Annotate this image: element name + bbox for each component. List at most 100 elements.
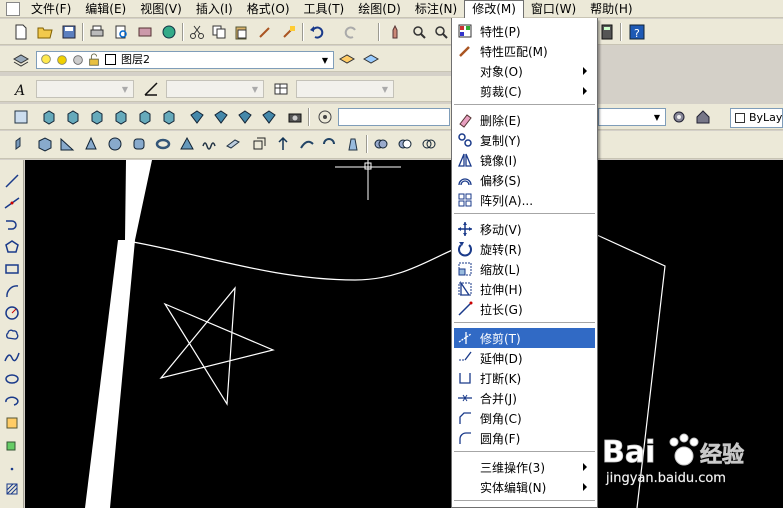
- menu-tools[interactable]: 工具(T): [297, 0, 352, 18]
- make-block-icon[interactable]: [3, 436, 21, 454]
- undo-icon[interactable]: [308, 23, 326, 41]
- view-right-icon[interactable]: [112, 108, 130, 126]
- pan-icon[interactable]: [386, 23, 404, 41]
- menu-extend[interactable]: 延伸(D): [454, 348, 595, 368]
- block-editor-icon[interactable]: [280, 23, 298, 41]
- sphere-icon[interactable]: [106, 135, 124, 153]
- menu-modify[interactable]: 修改(M): [464, 0, 524, 18]
- spline-icon[interactable]: [3, 348, 21, 366]
- linetype-bylayer-combo[interactable]: ByLay: [730, 108, 783, 128]
- presspull-icon[interactable]: [274, 135, 292, 153]
- loft-icon[interactable]: [344, 135, 362, 153]
- visual-style-combo[interactable]: ▼: [598, 108, 666, 126]
- menu-edit[interactable]: 编辑(E): [78, 0, 133, 18]
- menu-chamfer[interactable]: 倒角(C): [454, 408, 595, 428]
- zoom-window-icon[interactable]: [432, 23, 450, 41]
- star-shape[interactable]: [159, 286, 275, 406]
- menu-trim[interactable]: 修剪(T): [454, 328, 595, 348]
- menu-break[interactable]: 打断(K): [454, 368, 595, 388]
- menu-window[interactable]: 窗口(W): [524, 0, 583, 18]
- point-icon[interactable]: [3, 458, 21, 476]
- menu-fillet[interactable]: 圆角(F): [454, 428, 595, 448]
- cone-icon[interactable]: [82, 135, 100, 153]
- home-view-icon[interactable]: [694, 108, 712, 126]
- menu-3d-operations[interactable]: 三维操作(3): [454, 457, 595, 477]
- menu-copy[interactable]: 复制(Y): [454, 130, 595, 150]
- new-file-icon[interactable]: [12, 23, 30, 41]
- layer-previous-icon[interactable]: [362, 50, 380, 68]
- view-left-icon[interactable]: [88, 108, 106, 126]
- text-style-icon[interactable]: A: [12, 80, 30, 98]
- menu-move[interactable]: 移动(V): [454, 219, 595, 239]
- save-icon[interactable]: [60, 23, 78, 41]
- match-brush-icon[interactable]: [256, 23, 274, 41]
- menu-mirror[interactable]: 镜像(I): [454, 150, 595, 170]
- planar-surface-icon[interactable]: [224, 135, 242, 153]
- union-icon[interactable]: [372, 135, 390, 153]
- settings-gear-icon[interactable]: [670, 108, 688, 126]
- ellipse-arc-icon[interactable]: [3, 392, 21, 410]
- menu-array[interactable]: 阵列(A)...: [454, 190, 595, 210]
- menu-clip[interactable]: 剪裁(C): [454, 81, 595, 101]
- table-style-combo[interactable]: ▼: [296, 80, 394, 98]
- calculator-icon[interactable]: [598, 23, 616, 41]
- menu-help[interactable]: 帮助(H): [583, 0, 639, 18]
- revision-cloud-icon[interactable]: [3, 326, 21, 344]
- print-icon[interactable]: [88, 23, 106, 41]
- polyline-icon[interactable]: [3, 216, 21, 234]
- dim-style-icon[interactable]: [142, 80, 160, 98]
- polysolid-icon[interactable]: [12, 135, 30, 153]
- table-style-icon[interactable]: [272, 80, 290, 98]
- view-top-icon[interactable]: [40, 108, 58, 126]
- construction-line-icon[interactable]: [3, 194, 21, 212]
- view-back-icon[interactable]: [160, 108, 178, 126]
- hatch-icon[interactable]: [3, 480, 21, 498]
- cut-icon[interactable]: [188, 23, 206, 41]
- menu-match-properties[interactable]: 特性匹配(M): [454, 41, 595, 61]
- zoom-realtime-icon[interactable]: [410, 23, 428, 41]
- text-style-combo[interactable]: ▼: [36, 80, 134, 98]
- menu-erase[interactable]: 删除(E): [454, 110, 595, 130]
- paste-icon[interactable]: [232, 23, 250, 41]
- box-icon[interactable]: [36, 135, 54, 153]
- menu-object[interactable]: 对象(O): [454, 61, 595, 81]
- redo-icon[interactable]: [342, 23, 360, 41]
- view-bottom-icon[interactable]: [64, 108, 82, 126]
- menu-solid-editing[interactable]: 实体编辑(N): [454, 477, 595, 497]
- insert-block-icon[interactable]: [3, 414, 21, 432]
- named-view-icon[interactable]: [316, 108, 334, 126]
- help-icon[interactable]: ?: [628, 23, 646, 41]
- revolve-icon[interactable]: [320, 135, 338, 153]
- open-file-icon[interactable]: [36, 23, 54, 41]
- cylinder-icon[interactable]: [130, 135, 148, 153]
- rectangle-icon[interactable]: [3, 260, 21, 278]
- subtract-icon[interactable]: [396, 135, 414, 153]
- dim-style-combo[interactable]: ▼: [166, 80, 264, 98]
- make-current-layer-icon[interactable]: [338, 50, 356, 68]
- menu-rotate[interactable]: 旋转(R): [454, 239, 595, 259]
- menu-join[interactable]: 合并(J): [454, 388, 595, 408]
- sweep-icon[interactable]: [298, 135, 316, 153]
- iso-ne-icon[interactable]: [236, 108, 254, 126]
- ucs-icon[interactable]: [12, 108, 30, 126]
- menu-lengthen[interactable]: 拉长(G): [454, 299, 595, 319]
- copy-clip-icon[interactable]: [210, 23, 228, 41]
- extrude-icon[interactable]: [250, 135, 268, 153]
- wedge-icon[interactable]: [58, 135, 76, 153]
- menu-dimension[interactable]: 标注(N): [408, 0, 464, 18]
- curve-line[interactable]: [132, 241, 466, 281]
- circle-icon[interactable]: [3, 304, 21, 322]
- intersect-icon[interactable]: [420, 135, 438, 153]
- menu-view[interactable]: 视图(V): [133, 0, 189, 18]
- ellipse-icon[interactable]: [3, 370, 21, 388]
- menu-insert[interactable]: 插入(I): [189, 0, 240, 18]
- menu-draw[interactable]: 绘图(D): [351, 0, 408, 18]
- menu-file[interactable]: 文件(F): [24, 0, 78, 18]
- iso-se-icon[interactable]: [212, 108, 230, 126]
- torus-icon[interactable]: [154, 135, 172, 153]
- layer-manager-icon[interactable]: [12, 50, 30, 68]
- globe-icon[interactable]: [160, 23, 178, 41]
- iso-nw-icon[interactable]: [260, 108, 278, 126]
- iso-sw-icon[interactable]: [188, 108, 206, 126]
- menu-offset[interactable]: 偏移(S): [454, 170, 595, 190]
